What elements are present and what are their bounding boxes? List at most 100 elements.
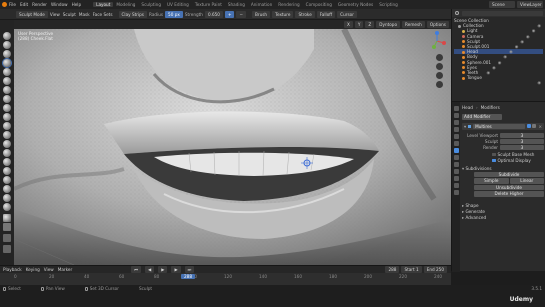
scene-tab-icon[interactable]: [453, 127, 459, 132]
brush-dropdown[interactable]: Brush: [252, 10, 271, 18]
outliner-row[interactable]: Tongue ◉: [454, 75, 543, 85]
menu-face-sets[interactable]: Face Sets: [93, 12, 113, 17]
tab-rendering[interactable]: Rendering: [275, 2, 302, 7]
visibility-eye-icon[interactable]: ◉: [526, 34, 530, 39]
menu-playback[interactable]: Playback: [3, 267, 22, 272]
annotate-icon[interactable]: [3, 245, 11, 253]
options-dropdown[interactable]: Options: [426, 21, 449, 28]
menu-window[interactable]: Window: [51, 2, 68, 7]
visibility-eye-icon[interactable]: ◉: [515, 44, 519, 49]
inflate-brush-icon[interactable]: [3, 86, 11, 94]
outliner-search-icon[interactable]: [455, 11, 459, 15]
visibility-eye-icon[interactable]: ◉: [537, 23, 541, 28]
world-tab-icon[interactable]: [453, 134, 459, 139]
start-frame-field[interactable]: Start 1: [401, 266, 422, 273]
visibility-eye-icon[interactable]: ◉: [537, 80, 541, 85]
transform-icon[interactable]: [3, 234, 11, 242]
level-viewport-field[interactable]: 3: [500, 132, 544, 138]
camera-view-icon[interactable]: [436, 72, 443, 79]
play-icon[interactable]: ▶: [158, 266, 168, 273]
step-back-icon[interactable]: ◀: [144, 266, 155, 273]
clay-strips-brush-icon[interactable]: [3, 59, 11, 67]
tab-texture-paint[interactable]: Texture Paint: [192, 2, 225, 7]
tab-layout[interactable]: Layout: [93, 2, 114, 7]
direction-subtract-button[interactable]: −: [236, 10, 246, 18]
current-frame-field[interactable]: 288: [385, 266, 400, 273]
unsubdivide-button[interactable]: Unsubdivide: [474, 184, 544, 190]
advanced-section[interactable]: ▸ Advanced: [462, 215, 544, 221]
texture-dropdown[interactable]: Texture: [272, 10, 294, 18]
sculpt-level-field[interactable]: 3: [500, 138, 544, 144]
cursor-dropdown[interactable]: Cursor: [337, 10, 357, 18]
pan-icon[interactable]: [436, 63, 443, 70]
outliner-filter[interactable]: [462, 10, 543, 16]
visibility-eye-icon[interactable]: ◉: [520, 39, 524, 44]
menu-file[interactable]: File: [9, 2, 16, 7]
add-modifier-button[interactable]: Add Modifier: [462, 114, 502, 120]
modifier-name-field[interactable]: Multires: [473, 123, 526, 129]
blob-brush-icon[interactable]: [3, 95, 11, 103]
strength-field[interactable]: 0.650: [204, 10, 223, 18]
clay-brush-icon[interactable]: [3, 50, 11, 58]
smooth-brush-icon[interactable]: [3, 113, 11, 121]
simple-button[interactable]: Simple: [474, 178, 509, 184]
symmetry-z-button[interactable]: Z: [365, 21, 375, 28]
falloff-dropdown[interactable]: Falloff: [316, 10, 336, 18]
timeline-track[interactable]: 020406080100120140160180200220240 288: [0, 273, 451, 285]
clay-thumb-brush-icon[interactable]: [3, 68, 11, 76]
visibility-eye-icon[interactable]: ◉: [532, 28, 536, 33]
linear-button[interactable]: Linear: [509, 178, 544, 184]
end-frame-field[interactable]: End 250: [423, 266, 447, 273]
jump-start-icon[interactable]: ⏮: [131, 266, 141, 273]
menu-help[interactable]: Help: [72, 2, 82, 7]
tab-compositing[interactable]: Compositing: [303, 2, 335, 7]
tool-tab-icon[interactable]: [453, 106, 459, 111]
draw-brush-icon[interactable]: [3, 32, 11, 40]
radius-field[interactable]: 50 px: [165, 10, 183, 18]
particles-tab-icon[interactable]: [453, 155, 459, 160]
visibility-eye-icon[interactable]: ◉: [509, 49, 513, 54]
modifier-realtime-icon[interactable]: [527, 124, 532, 128]
tab-shading[interactable]: Shading: [225, 2, 248, 7]
box-mask-icon[interactable]: [3, 223, 11, 231]
modifier-close-icon[interactable]: ×: [538, 124, 542, 129]
mask-brush-icon[interactable]: [3, 214, 11, 222]
modifier-collapse-icon[interactable]: ▾: [464, 124, 466, 129]
step-forward-icon[interactable]: ▶: [171, 266, 181, 273]
modifier-render-icon[interactable]: [532, 124, 537, 128]
visibility-eye-icon[interactable]: ◉: [492, 65, 496, 70]
tab-modeling[interactable]: Modeling: [113, 2, 138, 7]
menu-keying[interactable]: Keying: [26, 267, 40, 272]
direction-add-button[interactable]: +: [224, 10, 235, 18]
tab-scripting[interactable]: Scripting: [376, 2, 401, 7]
playhead-frame-label[interactable]: 288: [181, 274, 195, 279]
draw-sharp-brush-icon[interactable]: [3, 41, 11, 49]
snake-hook-brush-icon[interactable]: [3, 185, 11, 193]
thumb-brush-icon[interactable]: [3, 194, 11, 202]
data-tab-icon[interactable]: [453, 176, 459, 181]
constraints-tab-icon[interactable]: [453, 169, 459, 174]
jump-end-icon[interactable]: ⏭: [184, 266, 195, 273]
pinch-brush-icon[interactable]: [3, 158, 11, 166]
menu-edit[interactable]: Edit: [20, 2, 28, 7]
visibility-eye-icon[interactable]: ◉: [498, 60, 502, 65]
menu-sculpt[interactable]: Sculpt: [63, 12, 76, 17]
symmetry-x-button[interactable]: X: [343, 21, 353, 28]
3d-viewport[interactable]: User Perspective (288) Cheek.Flat: [14, 29, 451, 265]
layer-brush-icon[interactable]: [3, 77, 11, 85]
remesh-dropdown[interactable]: Remesh: [402, 21, 425, 28]
blender-logo-icon[interactable]: [2, 2, 7, 7]
grab-brush-icon[interactable]: [3, 167, 11, 175]
menu-view[interactable]: View: [50, 12, 60, 17]
stroke-dropdown[interactable]: Stroke: [295, 10, 315, 18]
render-level-field[interactable]: 3: [500, 144, 544, 150]
tab-geometry-nodes[interactable]: Geometry Nodes: [335, 2, 376, 7]
flatten-brush-icon[interactable]: [3, 122, 11, 130]
view-layer-selector[interactable]: ViewLayer: [517, 1, 543, 8]
pose-brush-icon[interactable]: [3, 203, 11, 211]
visibility-eye-icon[interactable]: ◉: [486, 70, 490, 75]
ortho-toggle-icon[interactable]: [436, 81, 443, 88]
render-tab-icon[interactable]: [453, 113, 459, 118]
scene-selector[interactable]: Scene: [489, 1, 515, 8]
texture-tab-icon[interactable]: [453, 190, 459, 195]
